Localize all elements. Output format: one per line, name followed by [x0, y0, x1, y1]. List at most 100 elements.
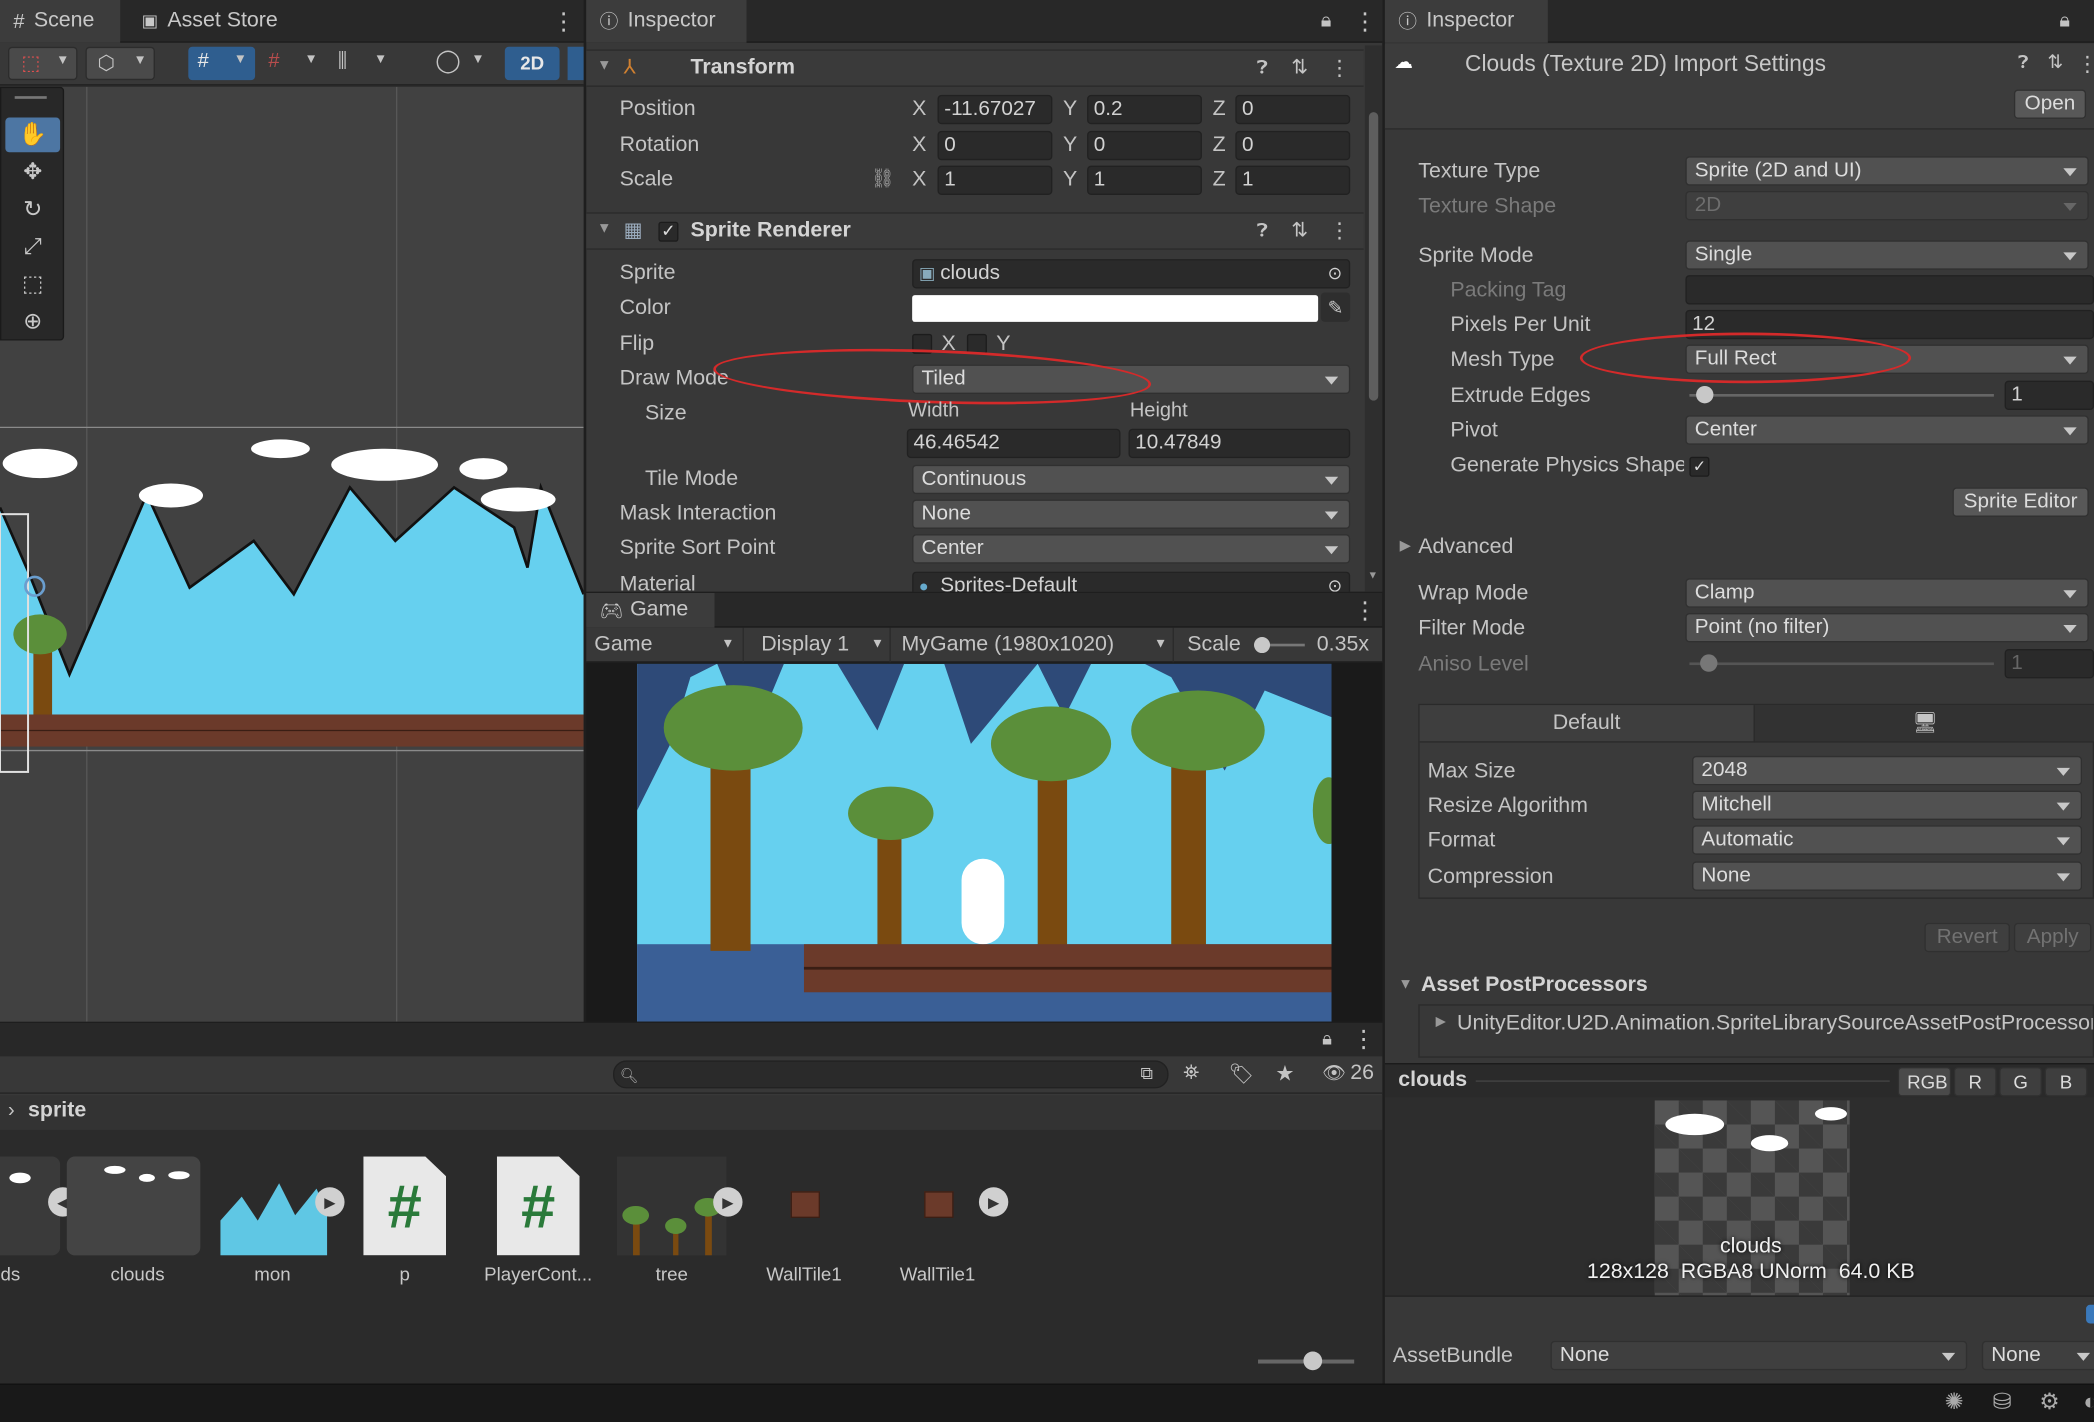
lock-icon[interactable]: 🔒︎ [1321, 9, 1332, 32]
auto-generate-lighting-icon[interactable]: ✺ [1944, 1389, 1963, 1416]
scene-viewport[interactable]: ✋ ✥ ↻ ⤢ ⬚ ⊕ [0, 86, 584, 1022]
constrain-proportions-icon[interactable]: ⛓ [871, 167, 895, 190]
scrollbar-thumb[interactable] [1368, 112, 1379, 401]
component-menu-icon[interactable]: ⋮ [1329, 218, 1350, 245]
eyedropper-icon[interactable]: ✎ [1320, 292, 1351, 322]
resize-algorithm-dropdown[interactable]: Mitchell [1692, 790, 2083, 820]
extrude-slider-handle[interactable] [1696, 385, 1714, 404]
postprocessor-item[interactable]: UnityEditor.U2D.Animation.SpriteLibraryS… [1457, 1012, 2093, 1036]
palette-drag-handle[interactable] [14, 96, 47, 99]
foldout-arrow-right-icon[interactable]: ▶ [1436, 1015, 1446, 1030]
presets-icon[interactable]: ⇅ [1291, 55, 1308, 79]
help-icon[interactable]: ❓︎ [1257, 56, 1268, 79]
mask-interaction-dropdown[interactable]: None [912, 499, 1351, 529]
component-menu-icon[interactable]: ⋮ [1329, 55, 1350, 82]
collapse-handle[interactable] [2086, 1304, 2094, 1324]
gizmo-tool-dropdown[interactable]: ⬚ ▼ [8, 46, 78, 81]
position-y-field[interactable]: 0.2 [1087, 94, 1202, 125]
draw-mode-dropdown[interactable]: ⬡ ▼ [85, 46, 155, 81]
debug-mode-icon[interactable]: ⚙ [2039, 1389, 2059, 1416]
expand-arrow-icon[interactable]: ▶ [713, 1187, 743, 1217]
project-menu-icon[interactable]: ⋮ [1352, 1027, 1376, 1051]
breadcrumb-folder[interactable]: sprite [28, 1099, 86, 1123]
enabled-checkbox[interactable]: ✓ [658, 221, 679, 242]
axis-z-label[interactable]: Z [1213, 97, 1226, 121]
icon-size-slider-handle[interactable] [1303, 1351, 1323, 1371]
aniso-level-field[interactable]: 1 [2004, 649, 2094, 679]
sprite-editor-button[interactable]: Sprite Editor [1952, 487, 2089, 517]
assetbundle-dropdown[interactable]: None [1550, 1340, 1968, 1371]
eye-icon[interactable]: 👁︎ [1322, 1062, 1346, 1085]
advanced-foldout[interactable]: Advanced [1418, 536, 1513, 560]
platform-tab-default[interactable]: Default [1419, 705, 1754, 743]
rect-tool-icon[interactable]: ⬚ [5, 267, 60, 302]
help-icon[interactable]: ❓︎ [1257, 219, 1268, 242]
scale-slider-handle[interactable] [1254, 637, 1271, 654]
object-picker-icon[interactable]: ⊙ [1328, 574, 1343, 592]
compression-dropdown[interactable]: None [1692, 861, 2083, 891]
lock-icon[interactable]: 🔒︎ [2059, 9, 2070, 32]
project-search-input[interactable]: 🔍︎ [612, 1060, 1169, 1089]
extrude-edges-field[interactable]: 1 [2004, 380, 2094, 410]
object-picker-icon[interactable]: ⊙ [1328, 262, 1343, 286]
texture-type-dropdown[interactable]: Sprite (2D and UI) [1685, 156, 2089, 186]
search-by-type-icon[interactable]: ⧉ [1141, 1063, 1153, 1084]
axis-z-label[interactable]: Z [1213, 134, 1226, 158]
tab-scene[interactable]: # Scene [0, 0, 121, 43]
help-icon[interactable]: ❓︎ [2018, 52, 2028, 73]
favorite-star-icon[interactable]: ★ [1275, 1060, 1294, 1087]
axis-y-label[interactable]: Y [1063, 97, 1077, 121]
monitor-icon[interactable]: 🖥︎ [1753, 705, 2094, 743]
sprite-renderer-header[interactable]: ▼ ▦ ✓ Sprite Renderer ❓︎ ⇅ ⋮ [586, 212, 1364, 250]
foldout-arrow-right-icon[interactable]: ▶ [1400, 537, 1411, 554]
height-field[interactable]: 10.47849 [1128, 428, 1351, 459]
2d-toggle-button[interactable]: 2D [504, 46, 560, 81]
pivot-dropdown[interactable]: Center [1685, 415, 2089, 445]
position-z-field[interactable]: 0 [1235, 94, 1351, 125]
move-tool-icon[interactable]: ✥ [5, 155, 60, 190]
lock-icon[interactable]: 🔒︎ [1322, 1027, 1332, 1050]
hand-tool-icon[interactable]: ✋ [5, 117, 61, 153]
tile-mode-dropdown[interactable]: Continuous [912, 464, 1351, 495]
filter-type-icon[interactable]: ⛯ [1183, 1062, 1199, 1085]
expand-arrow-icon[interactable]: ▶ [978, 1187, 1009, 1217]
resolution-dropdown[interactable]: MyGame (1980x1020) ▼ [893, 627, 1174, 663]
scale-tool-icon[interactable]: ⤢ [5, 230, 60, 265]
inspector-menu-icon[interactable]: ⋮ [1353, 9, 1377, 33]
aniso-slider-track[interactable] [1689, 662, 1994, 666]
display-dropdown[interactable]: Display 1 ▼ [752, 627, 891, 663]
cache-server-icon[interactable]: ⛁ [1993, 1389, 2012, 1416]
b-channel-button[interactable]: B [2044, 1067, 2088, 1097]
texture-shape-dropdown[interactable]: 2D [1685, 190, 2089, 221]
wrap-mode-dropdown[interactable]: Clamp [1685, 578, 2089, 608]
expand-arrow-icon[interactable]: ▶ [315, 1187, 345, 1217]
tab-game[interactable]: 🎮︎ Game [586, 592, 715, 628]
game-viewport[interactable] [637, 663, 1332, 1022]
rotation-x-field[interactable]: 0 [937, 130, 1053, 161]
rotation-z-field[interactable]: 0 [1235, 130, 1351, 161]
foldout-arrow-icon[interactable]: ▼ [1398, 976, 1413, 992]
position-x-field[interactable]: -11.67027 [937, 94, 1053, 125]
game-mode-dropdown[interactable]: Game ▼ [586, 627, 744, 663]
generate-physics-shape-checkbox[interactable]: ✓ [1689, 456, 1710, 477]
scene-menu-icon[interactable]: ⋮ [552, 9, 576, 33]
g-channel-button[interactable]: G [1999, 1067, 2042, 1097]
component-menu-icon[interactable]: ⋮ [2077, 51, 2094, 78]
notification-icon[interactable]: ◐ [2083, 1389, 2094, 1416]
inspector-scrollbar[interactable]: ▼ [1364, 45, 1383, 592]
axis-y-label[interactable]: Y [1063, 168, 1077, 192]
asset-postprocessors-header[interactable]: Asset PostProcessors [1421, 974, 1648, 998]
increment-snap-toggle[interactable]: # ▼ [263, 47, 327, 80]
presets-icon[interactable]: ⇅ [1291, 218, 1308, 242]
axis-x-label[interactable]: X [912, 97, 926, 121]
ruler-toggle[interactable]: ⫼ ▼ [333, 47, 397, 80]
scale-y-field[interactable]: 1 [1087, 165, 1202, 195]
rotation-y-field[interactable]: 0 [1087, 130, 1202, 161]
axis-x-label[interactable]: X [912, 134, 926, 158]
tab-inspector[interactable]: ⓘ Inspector [586, 0, 747, 43]
scene-toolbar-overflow[interactable] [567, 46, 584, 81]
apply-button[interactable]: Apply [2013, 922, 2092, 953]
sprite-sort-point-dropdown[interactable]: Center [912, 534, 1351, 564]
format-dropdown[interactable]: Automatic [1692, 825, 2083, 855]
rgb-channel-button[interactable]: RGB [1897, 1067, 1952, 1097]
